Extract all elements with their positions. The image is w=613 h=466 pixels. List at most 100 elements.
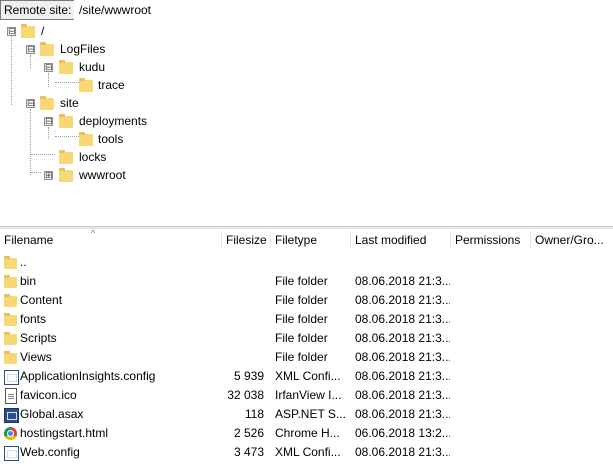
column-header-filesize[interactable]: Filesize (226, 233, 267, 247)
file-row[interactable]: hostingstart.html 2 526 Chrome H... 06.0… (0, 424, 613, 443)
file-name: Scripts (20, 331, 57, 345)
tree-node-label: tools (98, 132, 124, 146)
file-type: XML Confi... (275, 369, 341, 383)
collapse-icon[interactable]: ⊟ (44, 63, 53, 72)
file-row[interactable]: Scripts File folder 08.06.2018 21:3... (0, 329, 613, 348)
file-row[interactable]: Content File folder 08.06.2018 21:3... (0, 291, 613, 310)
tree-node-wwwroot[interactable]: ⊞ wwwroot (0, 166, 200, 184)
column-separator[interactable] (221, 231, 222, 249)
file-size: 2 526 (233, 426, 264, 440)
folder-icon (40, 96, 54, 110)
column-header-owner-group[interactable]: Owner/Gro... (535, 233, 604, 247)
remote-path-input[interactable]: /site/wwwroot (74, 0, 613, 20)
file-modified: 08.06.2018 21:3... (355, 388, 450, 402)
file-row[interactable]: Web.config 3 473 XML Confi... 08.06.2018… (0, 443, 613, 462)
folder-icon (59, 60, 73, 74)
file-type: File folder (275, 293, 328, 307)
collapse-icon[interactable]: ⊟ (26, 45, 35, 54)
column-header-permissions[interactable]: Permissions (455, 233, 520, 247)
tree-node-label: / (41, 24, 45, 38)
config-file-icon (4, 446, 19, 461)
tree-node-label: site (60, 96, 79, 110)
tree-node-label: kudu (79, 60, 106, 74)
tree-node-tools[interactable]: tools (0, 130, 200, 148)
tree-node-label: wwwroot (79, 168, 126, 182)
file-name: Global.asax (20, 407, 84, 421)
file-name: hostingstart.html (20, 426, 109, 440)
file-size: 5 939 (233, 369, 264, 383)
file-type: ASP.NET S... (275, 407, 346, 421)
asp-file-icon (4, 408, 19, 423)
file-row[interactable]: ApplicationInsights.config 5 939 XML Con… (0, 367, 613, 386)
file-size: 118 (244, 407, 264, 421)
tree-node-label: trace (98, 78, 125, 92)
tree-node-label: LogFiles (60, 42, 106, 56)
file-modified: 08.06.2018 21:3... (355, 293, 450, 307)
folder-icon (4, 275, 17, 288)
folder-icon (4, 332, 17, 345)
tree-node-root[interactable]: ⊟ / (0, 22, 200, 40)
tree-node-label: locks (79, 150, 107, 164)
folder-icon (59, 150, 73, 164)
folder-icon (79, 78, 93, 92)
file-name: Views (20, 350, 52, 364)
file-name: favicon.ico (20, 388, 77, 402)
file-name: fonts (20, 312, 47, 326)
tree-node-trace[interactable]: trace (0, 76, 200, 94)
file-type: File folder (275, 331, 328, 345)
folder-icon (59, 168, 73, 182)
folder-icon (79, 132, 93, 146)
folder-icon (21, 24, 35, 38)
file-type: File folder (275, 274, 328, 288)
file-modified: 08.06.2018 21:3... (355, 274, 450, 288)
collapse-icon[interactable]: ⊟ (44, 117, 53, 126)
tree-node-deployments[interactable]: ⊟ deployments (0, 112, 220, 130)
tree-node-site[interactable]: ⊟ site (0, 94, 200, 112)
file-name: bin (20, 274, 37, 288)
file-name: .. (20, 255, 27, 269)
file-type: File folder (275, 312, 328, 326)
tree-node-kudu[interactable]: ⊟ kudu (0, 58, 200, 76)
file-name: Web.config (20, 445, 80, 459)
remote-file-list: Filename ^ Filesize Filetype Last modifi… (0, 228, 613, 466)
document-icon (5, 388, 17, 404)
collapse-icon[interactable]: ⊟ (26, 99, 35, 108)
config-file-icon (4, 370, 19, 385)
file-modified: 06.06.2018 13:2... (355, 426, 450, 440)
folder-icon (40, 42, 54, 56)
file-modified: 08.06.2018 21:3... (355, 312, 450, 326)
folder-icon (4, 294, 17, 307)
column-separator[interactable] (530, 231, 531, 249)
file-size: 3 473 (233, 445, 264, 459)
file-row[interactable]: bin File folder 08.06.2018 21:3... (0, 272, 613, 291)
file-row[interactable]: .. (0, 253, 613, 272)
file-name: Content (20, 293, 63, 307)
column-separator[interactable] (270, 231, 271, 249)
file-name: ApplicationInsights.config (20, 369, 156, 383)
column-separator[interactable] (450, 231, 451, 249)
expand-icon[interactable]: ⊞ (44, 171, 53, 180)
file-row[interactable]: favicon.ico 32 038 IrfanView I... 08.06.… (0, 386, 613, 405)
tree-node-logfiles[interactable]: ⊟ LogFiles (0, 40, 200, 58)
tree-node-label: deployments (79, 114, 148, 128)
file-list-header: Filename ^ Filesize Filetype Last modifi… (0, 228, 613, 251)
file-row[interactable]: Global.asax 118 ASP.NET S... 08.06.2018 … (0, 405, 613, 424)
file-type: IrfanView I... (275, 388, 342, 402)
file-modified: 08.06.2018 21:3... (355, 445, 450, 459)
chrome-icon (4, 427, 17, 440)
column-header-filetype[interactable]: Filetype (275, 233, 317, 247)
file-size: 32 038 (227, 388, 264, 402)
file-row[interactable]: Views File folder 08.06.2018 21:3... (0, 348, 613, 367)
file-type: XML Confi... (275, 445, 341, 459)
folder-icon (4, 256, 17, 269)
file-modified: 08.06.2018 21:3... (355, 350, 450, 364)
collapse-icon[interactable]: ⊟ (7, 27, 16, 36)
column-separator[interactable] (350, 231, 351, 249)
file-row[interactable]: fonts File folder 08.06.2018 21:3... (0, 310, 613, 329)
column-header-last-modified[interactable]: Last modified (355, 233, 426, 247)
folder-icon (59, 114, 73, 128)
tree-node-locks[interactable]: locks (0, 148, 200, 166)
column-header-filename[interactable]: Filename (4, 233, 53, 247)
folder-icon (4, 351, 17, 364)
folder-icon (4, 313, 17, 326)
